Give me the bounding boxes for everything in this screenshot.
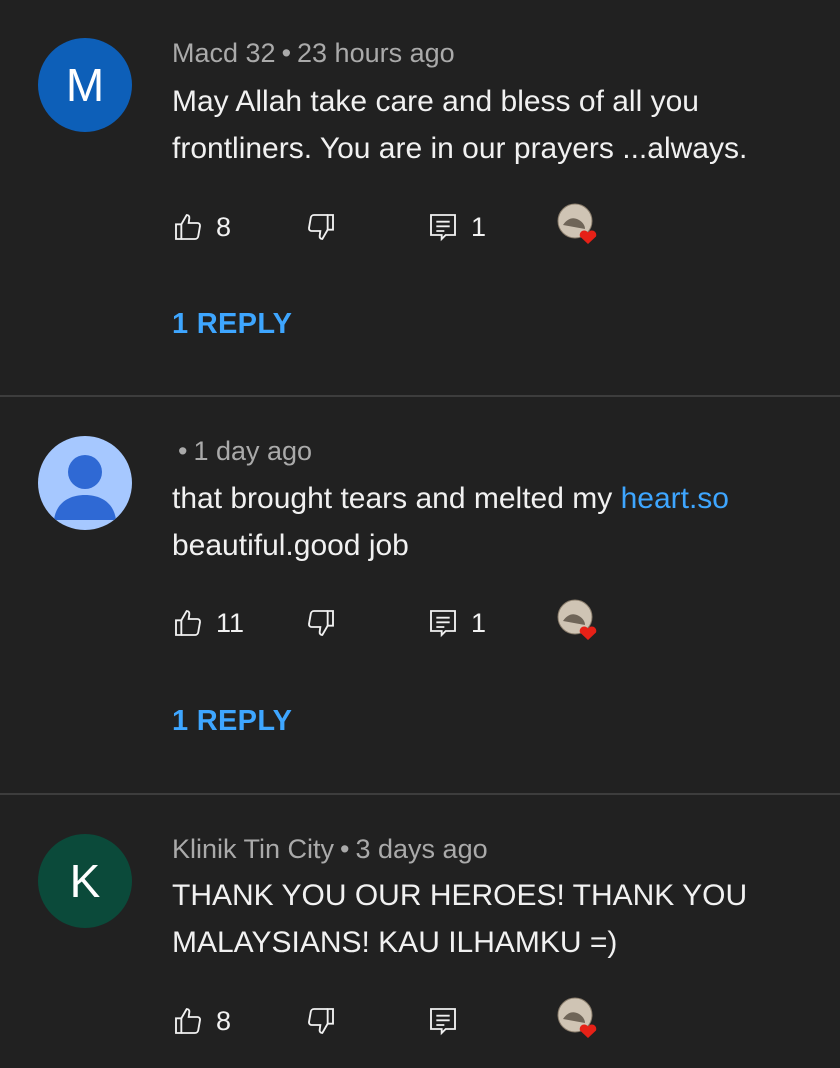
comment-icon — [430, 1008, 456, 1036]
reply-count: 1 — [471, 211, 487, 242]
view-replies-link[interactable]: 1 REPLY — [172, 705, 292, 738]
divider — [0, 793, 840, 795]
comment-text: THANK YOU OUR HEROES! THANK YOU MALAYSIA… — [172, 879, 748, 959]
comment-icon — [430, 610, 456, 638]
creator-heart — [555, 201, 603, 249]
comment-text-part: that brought tears and melted my — [172, 482, 621, 515]
comment-meta: • 1 day ago — [172, 436, 312, 467]
like-button[interactable]: 8 — [172, 1001, 231, 1041]
avatar[interactable]: K — [38, 834, 132, 928]
avatar[interactable]: M — [38, 38, 132, 132]
thumbs-up-icon — [175, 1008, 201, 1034]
reply-button[interactable]: 1 — [427, 207, 486, 247]
reply-button[interactable] — [427, 1001, 459, 1041]
view-replies-link[interactable]: 1 REPLY — [172, 308, 292, 341]
comment-link[interactable]: heart.so — [621, 482, 729, 515]
dislike-button[interactable] — [305, 1001, 337, 1041]
reply-button[interactable]: 1 — [427, 603, 486, 643]
avatar[interactable] — [38, 436, 132, 530]
like-count: 8 — [216, 211, 232, 242]
comment-meta: Klinik Tin City • 3 days ago — [172, 834, 488, 865]
comment-actions: 8 1 — [172, 203, 632, 247]
comment-actions: 8 — [172, 997, 632, 1041]
comment-time[interactable]: 23 hours ago — [297, 38, 455, 68]
meta-separator: • — [281, 38, 292, 68]
thumbs-down-icon — [308, 610, 334, 636]
creator-heart-icon — [557, 997, 597, 1038]
like-button[interactable]: 8 — [172, 207, 231, 247]
meta-separator: • — [340, 834, 350, 864]
author-name[interactable]: Macd 32 — [172, 38, 276, 68]
creator-heart-icon — [557, 203, 597, 244]
reply-count: 1 — [471, 607, 487, 638]
comment-meta: Macd 32 • 23 hours ago — [172, 38, 455, 69]
divider — [0, 395, 840, 397]
author-name[interactable]: Klinik Tin City — [172, 834, 334, 864]
comment-actions: 11 1 — [172, 599, 632, 643]
creator-heart-icon — [557, 599, 597, 640]
creator-heart — [555, 995, 603, 1043]
default-user-icon — [54, 455, 116, 520]
like-count: 11 — [216, 607, 245, 638]
thumbs-up-icon — [175, 214, 201, 240]
comment-text: May Allah take care and bless of all you… — [172, 85, 748, 165]
dislike-button[interactable] — [305, 207, 337, 247]
like-count: 8 — [216, 1005, 232, 1036]
dislike-button[interactable] — [305, 603, 337, 643]
thumbs-up-icon — [175, 610, 201, 636]
comment-time[interactable]: 3 days ago — [356, 834, 488, 864]
like-button[interactable]: 11 — [172, 603, 244, 643]
creator-heart — [555, 597, 603, 645]
comment-time[interactable]: 1 day ago — [193, 436, 312, 466]
comment-icon — [430, 214, 456, 242]
thumbs-down-icon — [308, 1008, 334, 1034]
comment-text-part: beautiful.good job — [172, 529, 409, 562]
meta-separator: • — [178, 436, 188, 466]
comment-text: that brought tears and melted my heart.s… — [172, 475, 822, 569]
thumbs-down-icon — [308, 214, 334, 240]
